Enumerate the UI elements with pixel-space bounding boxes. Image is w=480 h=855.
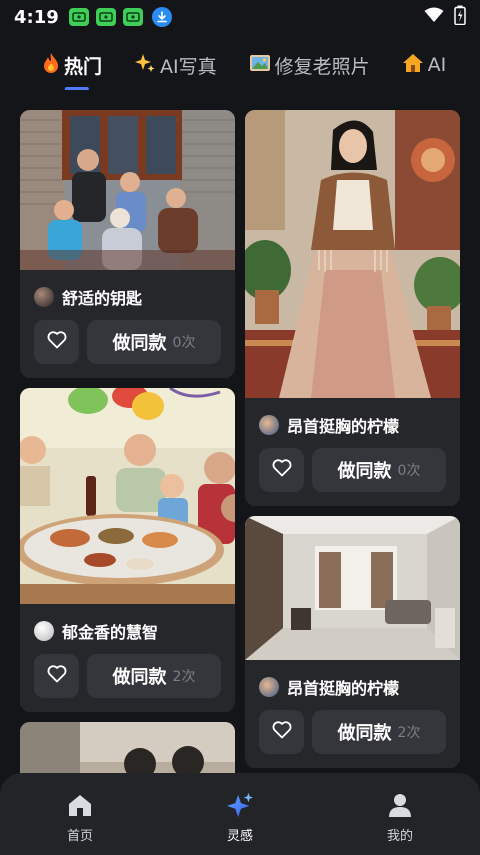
nav-label: 我的 <box>386 829 413 844</box>
tab-label: 热门 <box>64 55 103 78</box>
make-same-label: 做同款 <box>112 667 167 688</box>
category-tabs: 热门 AI写真 修复老照片 AI <box>0 40 480 90</box>
avatar <box>34 287 54 307</box>
cash-app-icon <box>68 8 89 26</box>
profile-icon <box>386 791 414 819</box>
battery-icon <box>454 5 466 29</box>
tab-label: AI写真 <box>160 55 217 78</box>
house-icon <box>402 52 424 79</box>
like-button[interactable] <box>34 320 79 364</box>
family-dinner-image[interactable] <box>20 388 235 604</box>
avatar <box>259 415 279 435</box>
cash-app-icon <box>95 8 116 26</box>
living-room-image[interactable] <box>245 516 460 660</box>
like-button[interactable] <box>34 654 79 698</box>
author[interactable]: 舒适的钥匙 <box>34 284 221 310</box>
tab-label: 修复老照片 <box>274 55 370 78</box>
feed-card[interactable]: 昂首挺胸的柠檬 做同款 0次 <box>245 110 460 506</box>
make-same-label: 做同款 <box>337 461 392 482</box>
heart-icon <box>272 459 292 481</box>
tab-hot[interactable]: 热门 <box>42 45 102 85</box>
fire-icon <box>42 52 60 79</box>
tab-ai-more[interactable]: AI <box>402 45 447 85</box>
heart-icon <box>272 721 292 743</box>
status-bar: 4:19 <box>0 0 480 34</box>
feed-card[interactable]: 舒适的钥匙 做同款 0次 <box>20 110 235 378</box>
nav-home[interactable]: 首页 <box>0 773 160 855</box>
avatar <box>259 677 279 697</box>
download-icon <box>151 7 172 27</box>
make-same-count: 0次 <box>397 463 421 479</box>
nav-profile[interactable]: 我的 <box>320 773 480 855</box>
make-same-button[interactable]: 做同款 2次 <box>87 654 221 698</box>
status-time: 4:19 <box>14 6 59 28</box>
make-same-count: 0次 <box>172 335 196 351</box>
cash-app-icon <box>122 8 143 26</box>
feed-column-left: 舒适的钥匙 做同款 0次 郁金香的慧智 做同款 2次 <box>20 110 235 852</box>
author[interactable]: 昂首挺胸的柠檬 <box>259 674 446 700</box>
author-name: 郁金香的慧智 <box>62 623 159 642</box>
make-same-label: 做同款 <box>337 723 392 744</box>
author-name: 舒适的钥匙 <box>62 289 143 308</box>
feed-card[interactable]: 昂首挺胸的柠檬 做同款 2次 <box>245 516 460 768</box>
author-name: 昂首挺胸的柠檬 <box>287 417 400 436</box>
bohemian-dress-image[interactable] <box>245 110 460 398</box>
feed-card[interactable]: 郁金香的慧智 做同款 2次 <box>20 388 235 712</box>
like-button[interactable] <box>259 448 304 492</box>
sparkle-icon <box>226 791 254 819</box>
heart-icon <box>47 665 67 687</box>
tab-restore-old-photo[interactable]: 修复老照片 <box>249 45 370 85</box>
author-name: 昂首挺胸的柠檬 <box>287 679 400 698</box>
tab-label: AI <box>427 54 447 76</box>
make-same-button[interactable]: 做同款 0次 <box>87 320 221 364</box>
bottom-navigation: 首页 灵感 我的 <box>0 773 480 855</box>
tab-ai-portrait[interactable]: AI写真 <box>134 45 217 85</box>
feed-column-right: 昂首挺胸的柠檬 做同款 0次 昂首挺胸的柠檬 做同款 2次 <box>245 110 460 778</box>
make-same-button[interactable]: 做同款 2次 <box>312 710 446 754</box>
wifi-icon <box>424 7 444 27</box>
sparkle-icon <box>134 52 156 79</box>
home-icon <box>66 791 94 819</box>
author[interactable]: 昂首挺胸的柠檬 <box>259 412 446 438</box>
make-same-label: 做同款 <box>112 333 167 354</box>
photo-icon <box>249 53 271 78</box>
make-same-count: 2次 <box>397 725 421 741</box>
heart-icon <box>47 331 67 353</box>
nav-label: 灵感 <box>226 829 253 844</box>
nav-inspiration[interactable]: 灵感 <box>160 773 320 855</box>
like-button[interactable] <box>259 710 304 754</box>
nav-label: 首页 <box>66 829 93 844</box>
make-same-count: 2次 <box>172 669 196 685</box>
make-same-button[interactable]: 做同款 0次 <box>312 448 446 492</box>
avatar <box>34 621 54 641</box>
family-photo-image[interactable] <box>20 110 235 270</box>
author[interactable]: 郁金香的慧智 <box>34 618 221 644</box>
